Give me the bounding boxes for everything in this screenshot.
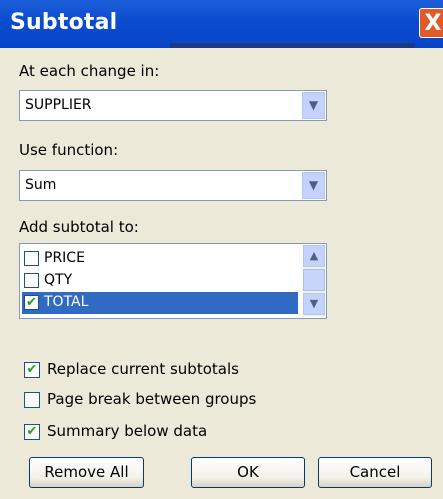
chevron-down-icon[interactable]: ▼ [302, 92, 325, 119]
scroll-down-icon[interactable]: ▼ [303, 293, 325, 315]
checkbox-price[interactable] [24, 251, 39, 266]
scroll-thumb[interactable] [303, 269, 325, 291]
summary-below-checkbox[interactable]: ✔ [24, 424, 40, 440]
list-item-label: QTY [44, 272, 73, 288]
list-item-label: PRICE [44, 250, 85, 266]
checkmark-icon[interactable]: ✔ [24, 295, 39, 310]
list-item-price[interactable]: PRICE [22, 248, 298, 270]
add-subtotal-label: Add subtotal to: [19, 218, 139, 236]
window-title: Subtotal [10, 10, 118, 35]
function-label: Use function: [19, 141, 119, 159]
replace-subtotals-label: Replace current subtotals [47, 360, 239, 378]
list-item-total[interactable]: ✔ TOTAL [22, 292, 298, 314]
change-in-label: At each change in: [19, 62, 160, 80]
list-item-label: TOTAL [44, 294, 89, 310]
page-break-checkbox[interactable] [24, 392, 40, 408]
title-bar-accent [170, 43, 415, 48]
page-break-label: Page break between groups [47, 390, 257, 408]
remove-all-button[interactable]: Remove All [29, 457, 144, 488]
list-scrollbar[interactable]: ▲ ▼ [303, 245, 325, 317]
summary-below-label: Summary below data [47, 422, 208, 440]
scroll-up-icon[interactable]: ▲ [303, 245, 325, 267]
add-subtotal-list[interactable]: PRICE QTY ✔ TOTAL ▲ ▼ [19, 243, 327, 319]
replace-subtotals-checkbox[interactable]: ✔ [24, 362, 40, 378]
ok-button[interactable]: OK [191, 457, 305, 488]
title-bar: Subtotal [0, 0, 443, 48]
cancel-button[interactable]: Cancel [318, 457, 432, 488]
close-button[interactable]: X [419, 8, 443, 38]
change-in-value: SUPPLIER [25, 97, 92, 113]
list-item-qty[interactable]: QTY [22, 270, 298, 292]
checkbox-qty[interactable] [24, 273, 39, 288]
function-value: Sum [25, 177, 57, 193]
function-dropdown[interactable]: Sum ▼ [19, 170, 327, 201]
chevron-down-icon[interactable]: ▼ [302, 172, 325, 199]
change-in-dropdown[interactable]: SUPPLIER ▼ [19, 90, 327, 121]
